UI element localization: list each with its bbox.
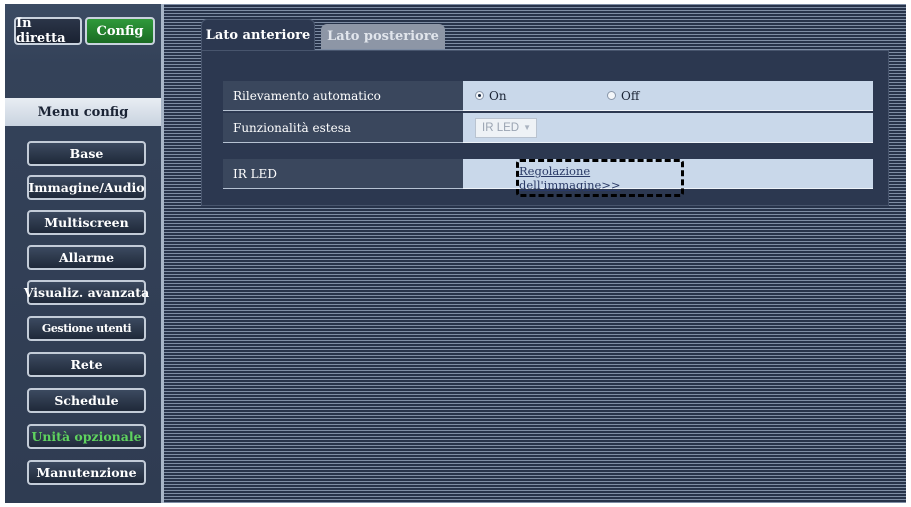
ir-led-label: IR LED: [223, 159, 463, 189]
extended-function-value: IR LED ▼: [463, 113, 873, 143]
menu-item-advanced-view[interactable]: Visualiz. avanzata: [24, 280, 149, 305]
highlight-box: Regolazione dell'immagine>>: [516, 159, 684, 197]
radio-off[interactable]: Off: [607, 89, 639, 103]
tab-rear-side[interactable]: Lato posteriore: [321, 24, 445, 49]
menu-item-multiscreen[interactable]: Multiscreen: [27, 210, 146, 235]
radio-unselected-icon[interactable]: [607, 91, 616, 100]
extended-function-select-value: IR LED: [482, 121, 520, 134]
settings-panel: Rilevamento automatico On Off Funzionali…: [201, 50, 889, 206]
config-button[interactable]: Config: [85, 17, 155, 45]
menu-item-image-audio[interactable]: Immagine/Audio: [27, 175, 146, 200]
main-content: Lato anteriore Lato posteriore Rilevamen…: [164, 4, 906, 503]
row-auto-detect: Rilevamento automatico On Off: [223, 81, 873, 111]
extended-function-label: Funzionalità estesa: [223, 113, 463, 143]
row-extended-function: Funzionalità estesa IR LED ▼: [223, 113, 873, 143]
live-button[interactable]: In diretta: [14, 16, 82, 46]
radio-on-label: On: [489, 88, 507, 103]
extended-function-select[interactable]: IR LED ▼: [475, 117, 537, 138]
tab-front-side[interactable]: Lato anteriore: [201, 19, 315, 51]
menu-item-base[interactable]: Base: [27, 141, 146, 166]
app-frame: In diretta Config Menu config Base Immag…: [5, 4, 906, 503]
auto-detect-label: Rilevamento automatico: [223, 81, 463, 111]
menu-item-optional-unit[interactable]: Unità opzionale: [27, 424, 146, 449]
menu-item-maintenance[interactable]: Manutenzione: [27, 460, 146, 485]
menu-item-user-management[interactable]: Gestione utenti: [27, 316, 146, 341]
sidebar: In diretta Config Menu config Base Immag…: [5, 4, 164, 503]
menu-item-schedule[interactable]: Schedule: [27, 388, 146, 413]
chevron-down-icon: ▼: [523, 123, 531, 132]
menu-config-title: Menu config: [5, 98, 161, 126]
menu-item-alarm[interactable]: Allarme: [27, 245, 146, 270]
image-adjustment-link[interactable]: Regolazione dell'immagine>>: [519, 164, 681, 192]
radio-off-label: Off: [621, 88, 640, 103]
auto-detect-options: On Off: [463, 81, 873, 111]
radio-on[interactable]: On: [475, 89, 607, 103]
menu-item-network[interactable]: Rete: [27, 352, 146, 377]
radio-selected-icon[interactable]: [475, 91, 484, 100]
